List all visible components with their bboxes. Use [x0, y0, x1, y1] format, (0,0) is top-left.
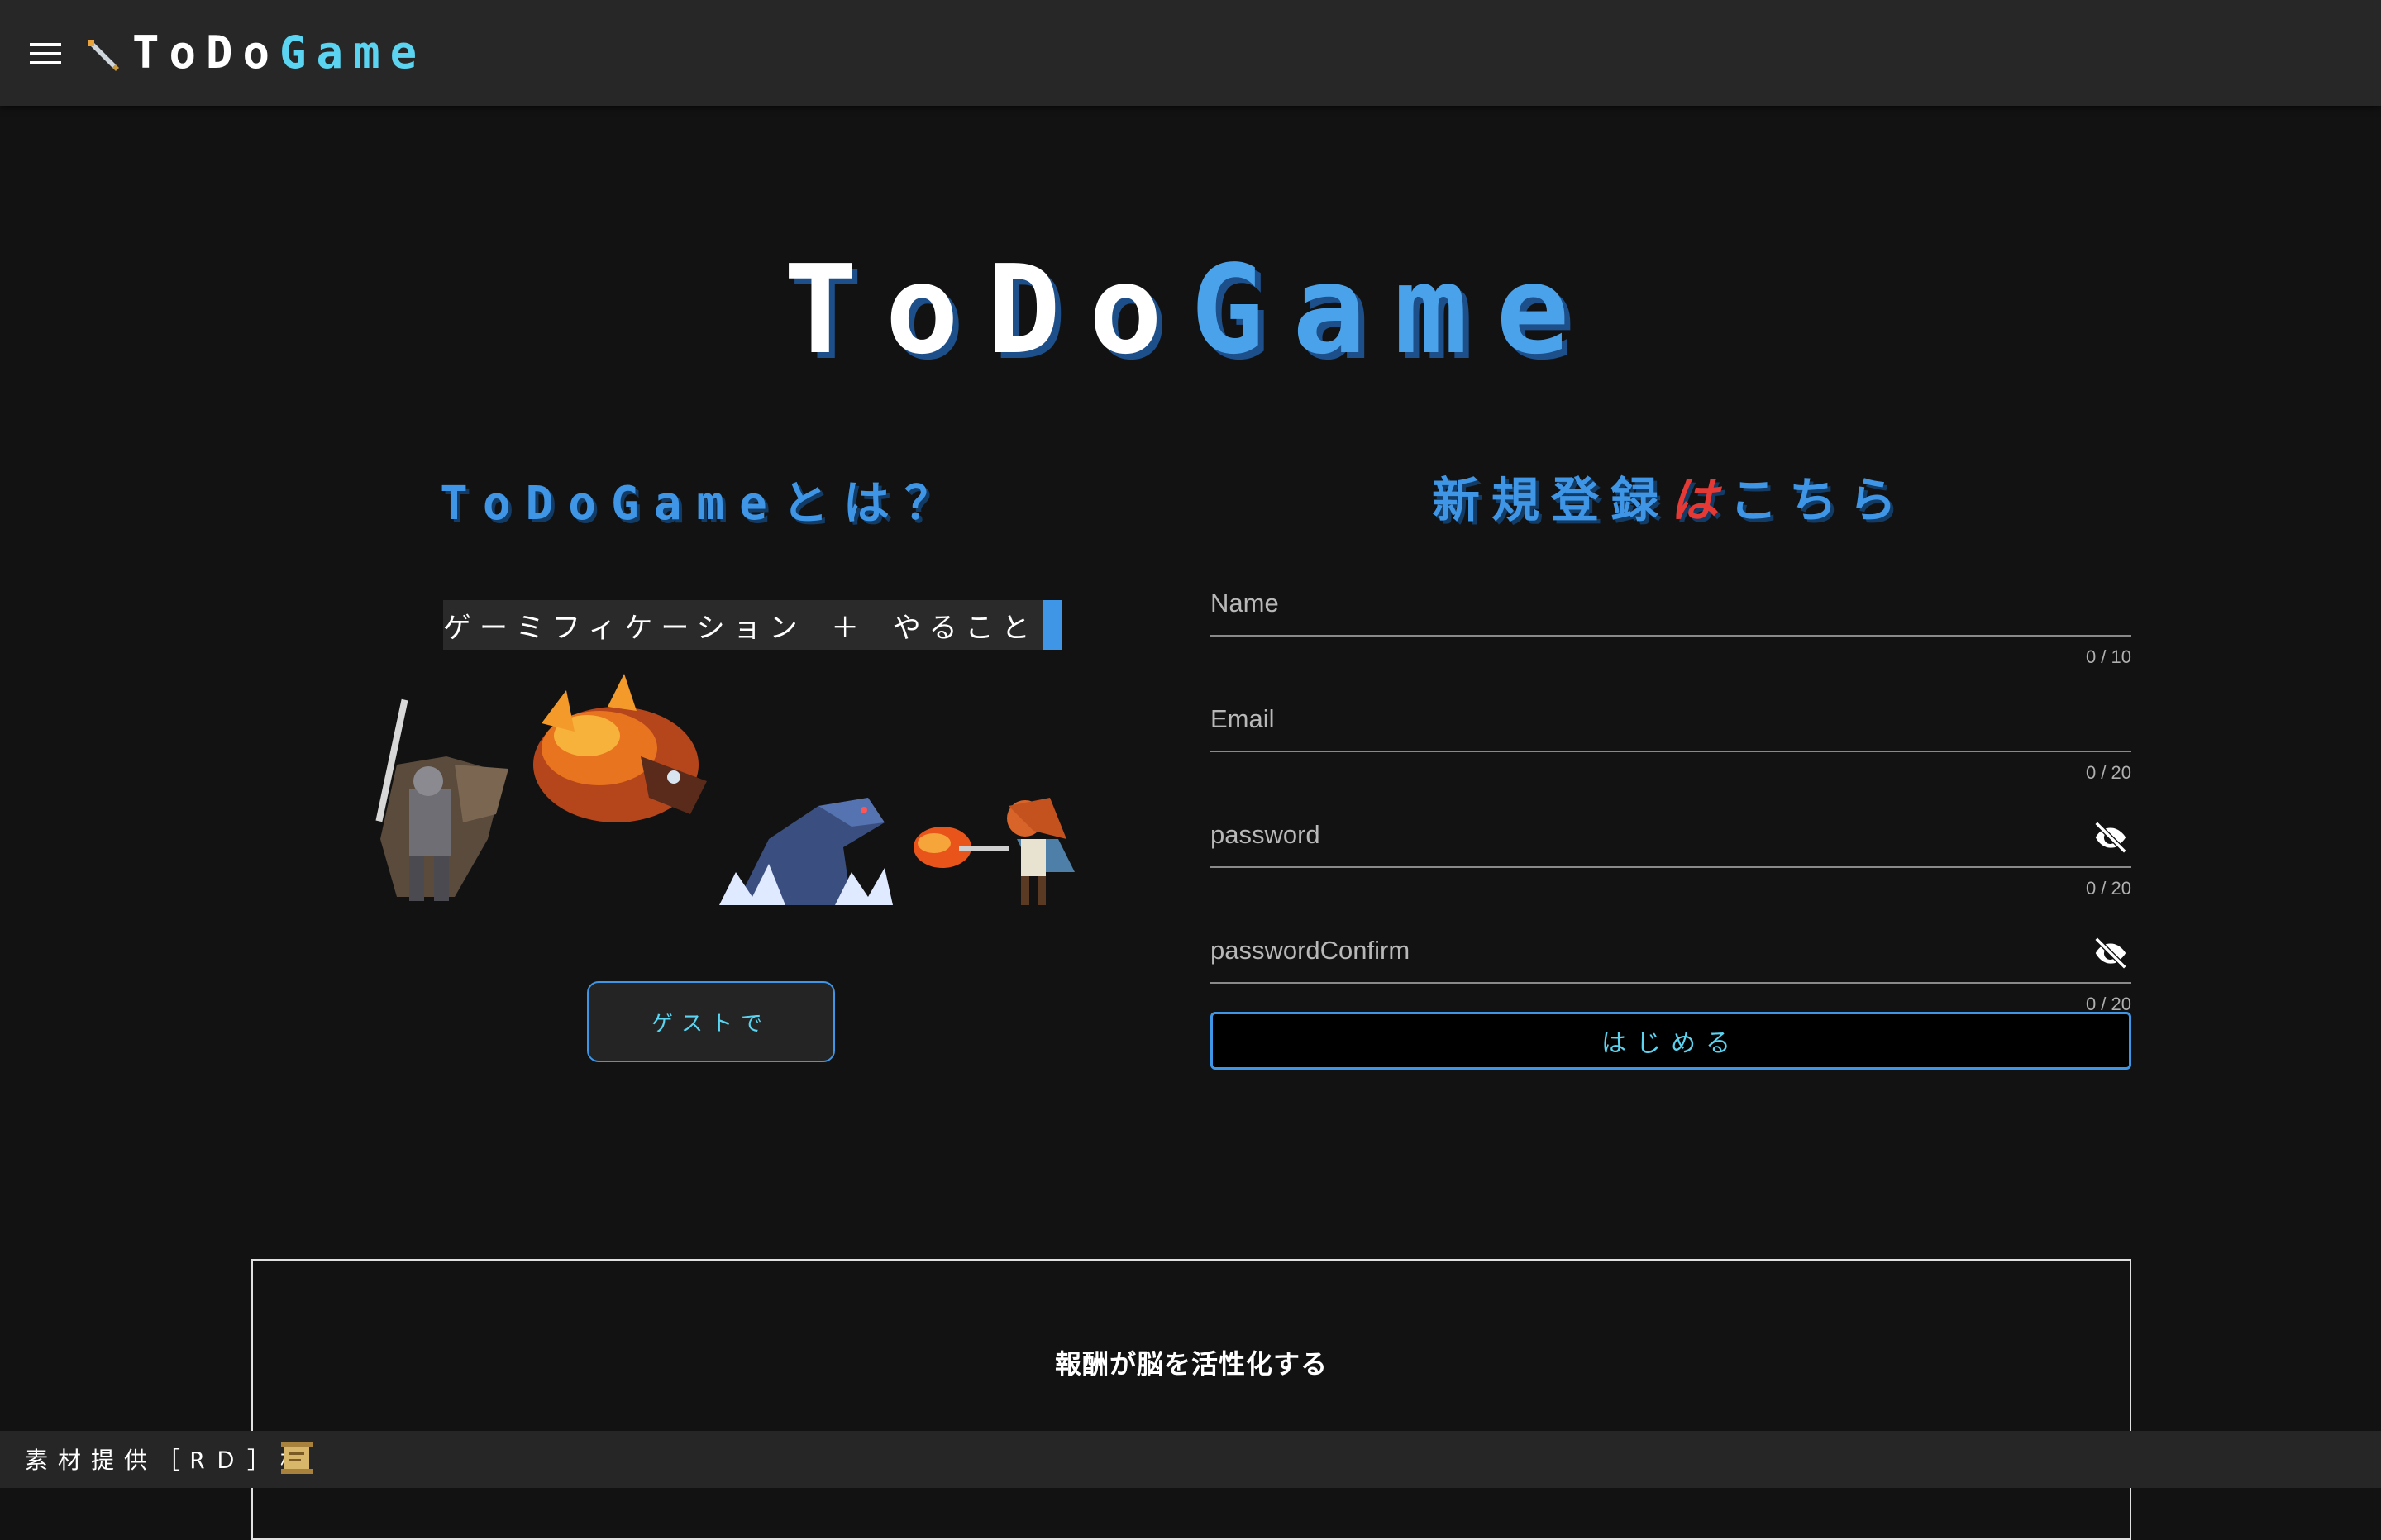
password-input[interactable]	[1210, 810, 2037, 860]
signup-title: 新規登録はこちら	[1211, 467, 2129, 533]
eye-off-icon[interactable]	[2090, 818, 2131, 856]
guest-login-button[interactable]: ゲストで	[587, 981, 835, 1062]
password-char-counter: 0 / 20	[2085, 878, 2131, 899]
password-confirm-field-underline	[1210, 982, 2131, 984]
hero-title-part2: Game	[1190, 239, 1598, 381]
start-button[interactable]: はじめる	[1210, 1012, 2131, 1070]
character-sprites	[331, 674, 1091, 905]
password-confirm-field: 0 / 20	[1210, 926, 2131, 1025]
app-logo-part1: ToDo	[132, 26, 280, 79]
eye-off-icon[interactable]	[2090, 934, 2131, 972]
password-field-underline	[1210, 866, 2131, 868]
email-input[interactable]	[1210, 694, 2037, 744]
app-logo[interactable]: ToDoGame	[132, 28, 427, 78]
fire-dragon-sprite	[533, 674, 707, 822]
typewriter-banner: ゲーミフィケーション ＋ やること	[443, 600, 1062, 650]
footer-credit: 素材提供［RＤ］様	[25, 1447, 313, 1474]
app-bar: ToDoGame	[0, 0, 2381, 106]
name-field: 0 / 10	[1210, 579, 2131, 678]
email-field: 0 / 20	[1210, 694, 2131, 794]
water-serpent-sprite	[719, 798, 893, 905]
about-title: ToDoGameとは？	[440, 477, 966, 531]
password-confirm-input[interactable]	[1210, 926, 2037, 975]
hero-title: ToDoGame	[0, 248, 2381, 372]
typewriter-cursor	[1043, 600, 1062, 650]
knight-sprite	[375, 698, 508, 901]
info-box-text: 報酬が脳を活性化する	[1054, 1348, 1328, 1380]
signup-title-part1: 新規登録	[1431, 472, 1670, 528]
password-field: 0 / 20	[1210, 810, 2131, 909]
email-char-counter: 0 / 20	[2085, 762, 2131, 783]
hero-title-part1: ToDo	[783, 239, 1190, 381]
fire-mage-girl-sprite	[914, 798, 1075, 905]
typewriter-text: ゲーミフィケーション ＋ やること	[443, 611, 1038, 645]
name-field-underline	[1210, 635, 2131, 637]
footer: 素材提供［RＤ］様	[0, 1431, 2381, 1488]
signup-title-part3: こちら	[1730, 472, 1909, 528]
name-input[interactable]	[1210, 579, 2037, 628]
sword-icon	[88, 40, 119, 71]
name-char-counter: 0 / 10	[2085, 646, 2131, 667]
signup-title-part2: は	[1669, 472, 1730, 528]
scroll-icon[interactable]	[278, 1439, 316, 1477]
email-field-underline	[1210, 751, 2131, 752]
app-logo-part2: Game	[279, 26, 427, 79]
hamburger-menu-icon[interactable]	[25, 33, 66, 74]
info-box: 報酬が脳を活性化する	[251, 1259, 2131, 1540]
